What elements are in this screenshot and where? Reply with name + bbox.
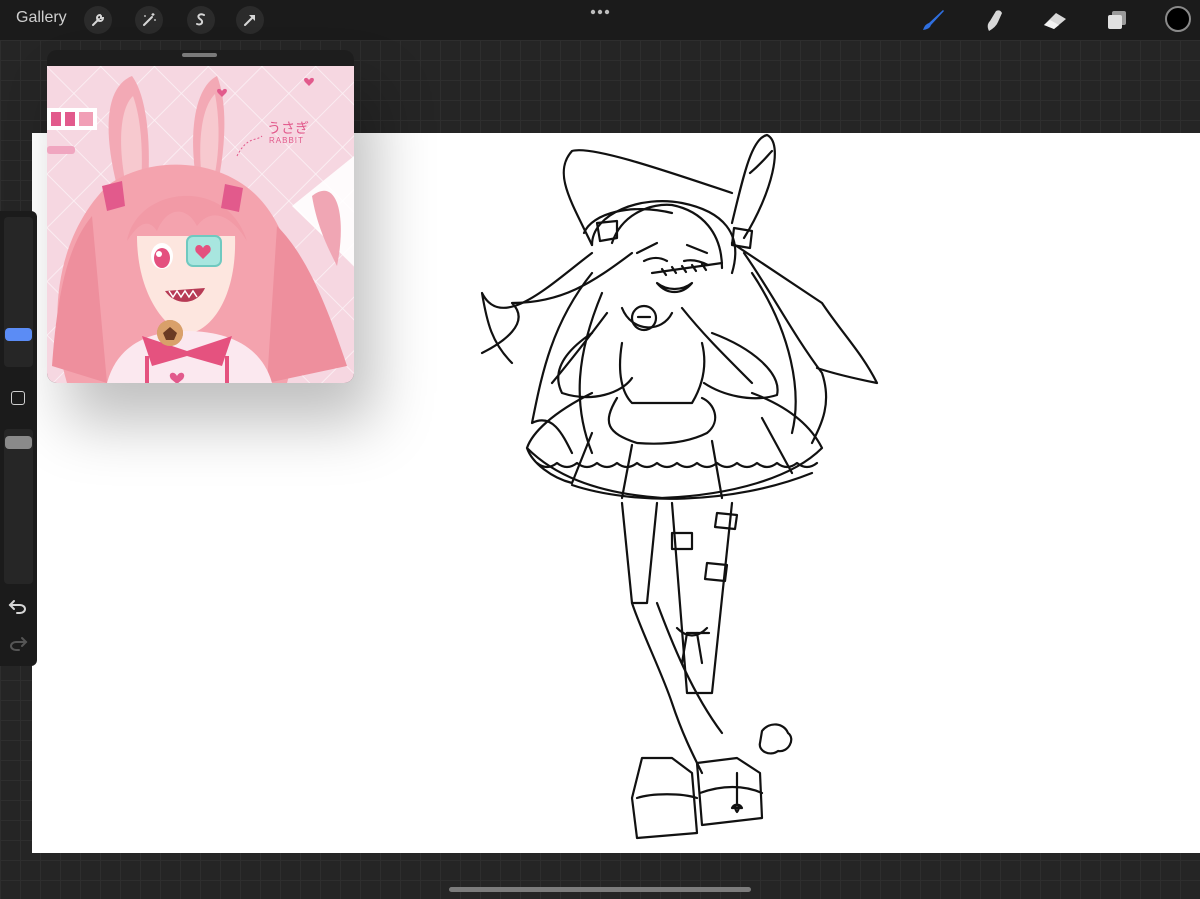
brush-icon[interactable] bbox=[918, 6, 948, 34]
reference-kana-text: うさぎ bbox=[267, 120, 309, 136]
transform-arrow-icon[interactable] bbox=[236, 6, 264, 34]
reference-rabbit-text: RABBIT bbox=[269, 136, 304, 145]
brush-size-slider[interactable] bbox=[4, 217, 33, 367]
opacity-handle[interactable] bbox=[5, 436, 32, 449]
selection-s-icon[interactable] bbox=[187, 6, 215, 34]
reference-image: うさぎ RABBIT bbox=[47, 66, 354, 383]
reference-window[interactable]: うさぎ RABBIT bbox=[47, 50, 354, 383]
color-picker-button[interactable] bbox=[1165, 6, 1191, 32]
undo-icon[interactable] bbox=[8, 598, 28, 614]
layers-icon[interactable] bbox=[1102, 6, 1132, 34]
wrench-icon[interactable] bbox=[84, 6, 112, 34]
eraser-icon[interactable] bbox=[1040, 6, 1070, 34]
smudge-icon[interactable] bbox=[979, 6, 1009, 34]
redo-icon[interactable] bbox=[8, 635, 28, 651]
home-indicator[interactable] bbox=[449, 887, 751, 892]
gallery-button[interactable]: Gallery bbox=[16, 9, 67, 27]
magic-wand-icon[interactable] bbox=[135, 6, 163, 34]
reference-drag-handle[interactable] bbox=[182, 53, 217, 57]
left-sidebar bbox=[0, 211, 37, 666]
modify-button[interactable] bbox=[11, 391, 25, 405]
brush-size-handle[interactable] bbox=[5, 328, 32, 341]
top-toolbar: Gallery bbox=[0, 0, 1200, 40]
more-options-icon[interactable] bbox=[589, 7, 611, 17]
opacity-slider[interactable] bbox=[4, 429, 33, 584]
